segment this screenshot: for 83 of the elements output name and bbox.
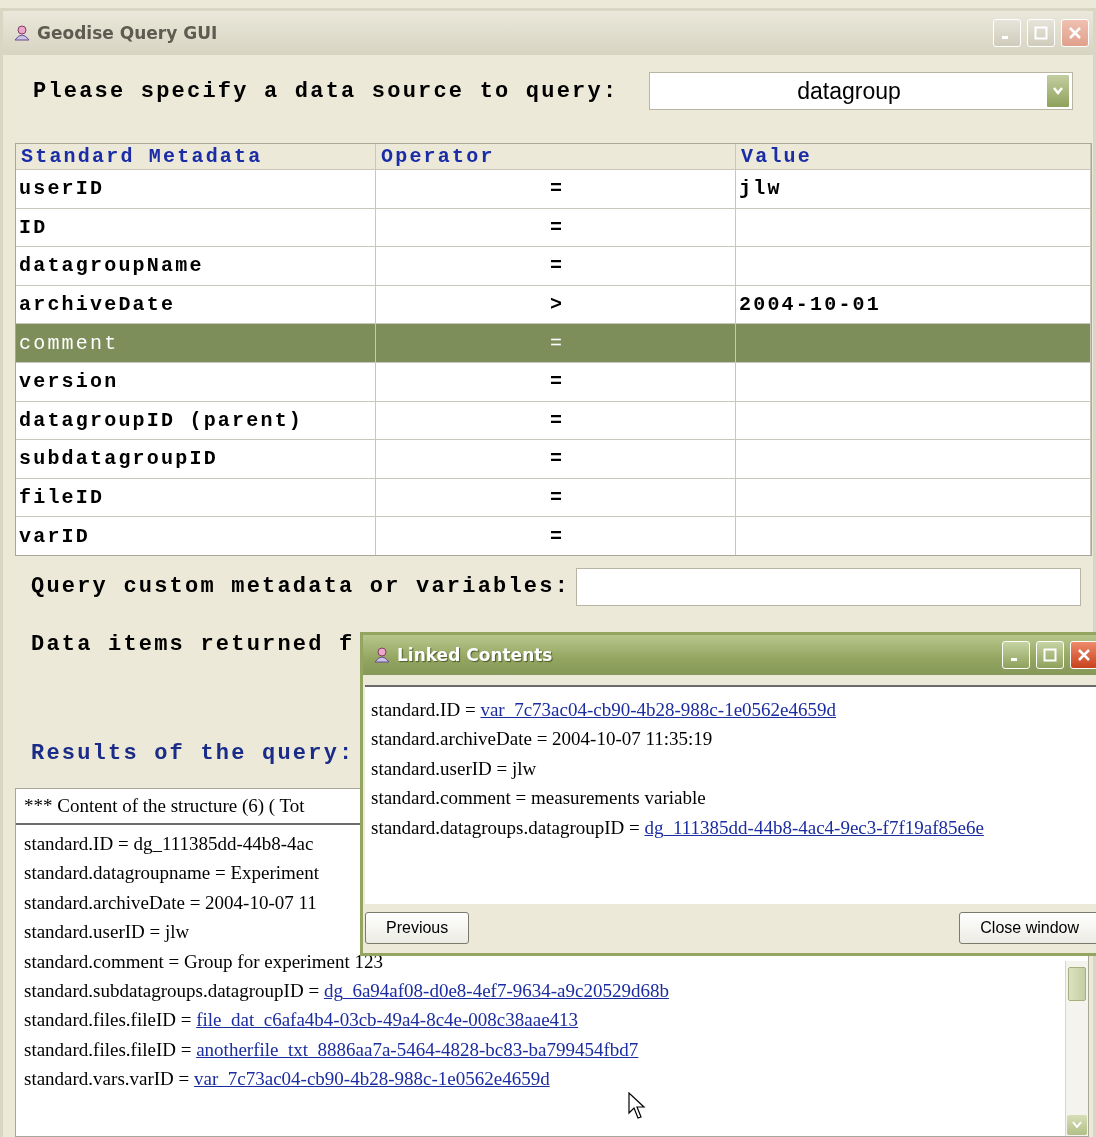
close-button[interactable] — [1070, 641, 1096, 669]
maximize-icon — [1043, 648, 1057, 662]
minimize-button[interactable] — [993, 19, 1021, 47]
table-cell: > — [549, 293, 565, 317]
table-cell: = — [549, 215, 565, 239]
column-header[interactable]: Value — [736, 144, 1091, 169]
result-line: standard.files.fileID = file_dat_c6afa4b4-03cb-49a4-8c4e-008c38aae413 — [24, 1008, 579, 1033]
link[interactable]: anotherfile_txt_8886aa7a-5464-4828-bc83-ba799454fbd7 — [196, 1038, 639, 1060]
result-line: standard.vars.varID = var_7c73ac04-cb90-4b28-988c-1e0562e4659d — [24, 1067, 550, 1092]
table-cell: userID — [19, 177, 105, 201]
result-line: standard.archiveDate = 2004-10-07 11 — [24, 890, 317, 915]
chevron-down-icon — [1072, 1121, 1082, 1129]
scrollbar-thumb[interactable] — [1068, 966, 1086, 1001]
source-label: Please specify a data source to query: — [33, 78, 619, 104]
result-line: standard.ID = dg_111385dd-44b8-4ac — [24, 831, 314, 856]
table-cell: = — [549, 254, 565, 278]
chevron-down-icon — [1052, 86, 1064, 96]
table-row[interactable]: comment = — [16, 323, 1091, 362]
cursor-icon — [628, 1092, 646, 1120]
app-icon — [373, 646, 391, 664]
close-window-button[interactable]: Close window — [959, 912, 1096, 944]
minimize-button[interactable] — [1002, 641, 1030, 669]
table-cell: archiveDate — [19, 293, 176, 317]
scrollbar[interactable] — [1065, 960, 1088, 1136]
results-label: Results of the query: — [31, 740, 355, 766]
result-line: standard.files.fileID = anotherfile_txt_8886aa7a-5464-4828-bc83-ba799454fbd7 — [24, 1037, 639, 1062]
link[interactable]: dg_6a94af08-d0e8-4ef7-9634-a9c20529d68b — [323, 979, 669, 1001]
table-cell: 2004-10-01 — [739, 293, 882, 317]
column-header[interactable]: Operator — [376, 144, 736, 169]
result-line: standard.subdatagroups.datagroupID = dg_6a94af08-d0e8-4ef7-9634-a9c20529d68b — [24, 978, 669, 1003]
maximize-button[interactable] — [1027, 19, 1055, 47]
results-header: *** Content of the structure (6) ( Tot — [24, 794, 305, 816]
table-cell: version — [19, 370, 119, 394]
column-header[interactable]: Standard Metadata — [16, 144, 376, 169]
table-cell: datagroupName — [19, 254, 204, 278]
source-dropdown[interactable]: datagroup — [649, 72, 1073, 110]
window-title: Geodise Query GUI — [37, 23, 219, 43]
table-row[interactable]: userID = jlw — [16, 169, 1091, 208]
table-cell: comment — [19, 331, 119, 355]
table-cell: datagroupID (parent) — [19, 408, 304, 432]
table-row[interactable]: datagroupName = — [16, 246, 1091, 285]
maximize-button[interactable] — [1036, 641, 1064, 669]
link[interactable]: file_dat_c6afa4b4-03cb-49a4-8c4e-008c38aae413 — [196, 1009, 579, 1031]
result-line: standard.datagroupname = Experiment — [24, 861, 320, 886]
custom-query-field[interactable] — [576, 567, 1081, 606]
table-cell: = — [549, 486, 565, 510]
link[interactable]: dg_111385dd-44b8-4ac4-9ec3-f7f19af85e6e — [644, 816, 984, 838]
table-cell: varID — [19, 524, 90, 548]
linked-line: standard.datagroups.datagroupID = dg_111385dd-44b8-4ac4-9ec3-f7f19af85e6e — [371, 815, 984, 840]
table-cell: = — [549, 177, 565, 201]
link[interactable]: var_7c73ac04-cb90-4b28-988c-1e0562e4659d — [480, 699, 836, 720]
custom-query-label: Query custom metadata or variables: — [31, 574, 571, 600]
linked-line: standard.archiveDate = 2004-10-07 11:35:19 — [371, 727, 713, 752]
table-row[interactable]: varID = — [16, 516, 1091, 555]
close-button[interactable] — [1061, 19, 1089, 47]
minimize-icon — [1011, 657, 1017, 661]
table-cell: = — [549, 370, 565, 394]
maximize-icon — [1034, 26, 1048, 40]
table-row[interactable]: ID = — [16, 207, 1091, 247]
close-icon — [1068, 26, 1082, 40]
table-row[interactable]: datagroupID (parent) = — [16, 400, 1091, 440]
table-cell: = — [549, 447, 565, 471]
table-cell: fileID — [19, 486, 105, 510]
linked-line: standard.ID = var_7c73ac04-cb90-4b28-988c-1e0562e4659d — [371, 698, 836, 722]
data-items-label: Data items returned f — [31, 631, 355, 657]
linked-line: standard.comment = measurements variable — [371, 786, 706, 811]
table-row[interactable]: subdatagroupID = — [16, 439, 1091, 478]
linked-line: standard.userID = jlw — [371, 756, 537, 781]
minimize-icon — [1002, 35, 1008, 39]
table-cell: = — [549, 331, 565, 355]
table-cell: subdatagroupID — [19, 447, 218, 471]
result-line: standard.userID = jlw — [24, 920, 190, 945]
table-cell: ID — [19, 215, 48, 239]
table-row[interactable]: version = — [16, 361, 1091, 401]
link[interactable]: var_7c73ac04-cb90-4b28-988c-1e0562e4659d — [194, 1068, 550, 1090]
table-cell: = — [549, 524, 565, 548]
table-row[interactable]: fileID = — [16, 477, 1091, 517]
close-icon — [1077, 648, 1091, 662]
table-cell: jlw — [739, 177, 782, 201]
table-cell: = — [549, 408, 565, 432]
app-icon — [13, 24, 31, 42]
previous-button[interactable]: Previous — [365, 912, 470, 944]
window-title: Linked Contents — [397, 645, 554, 665]
